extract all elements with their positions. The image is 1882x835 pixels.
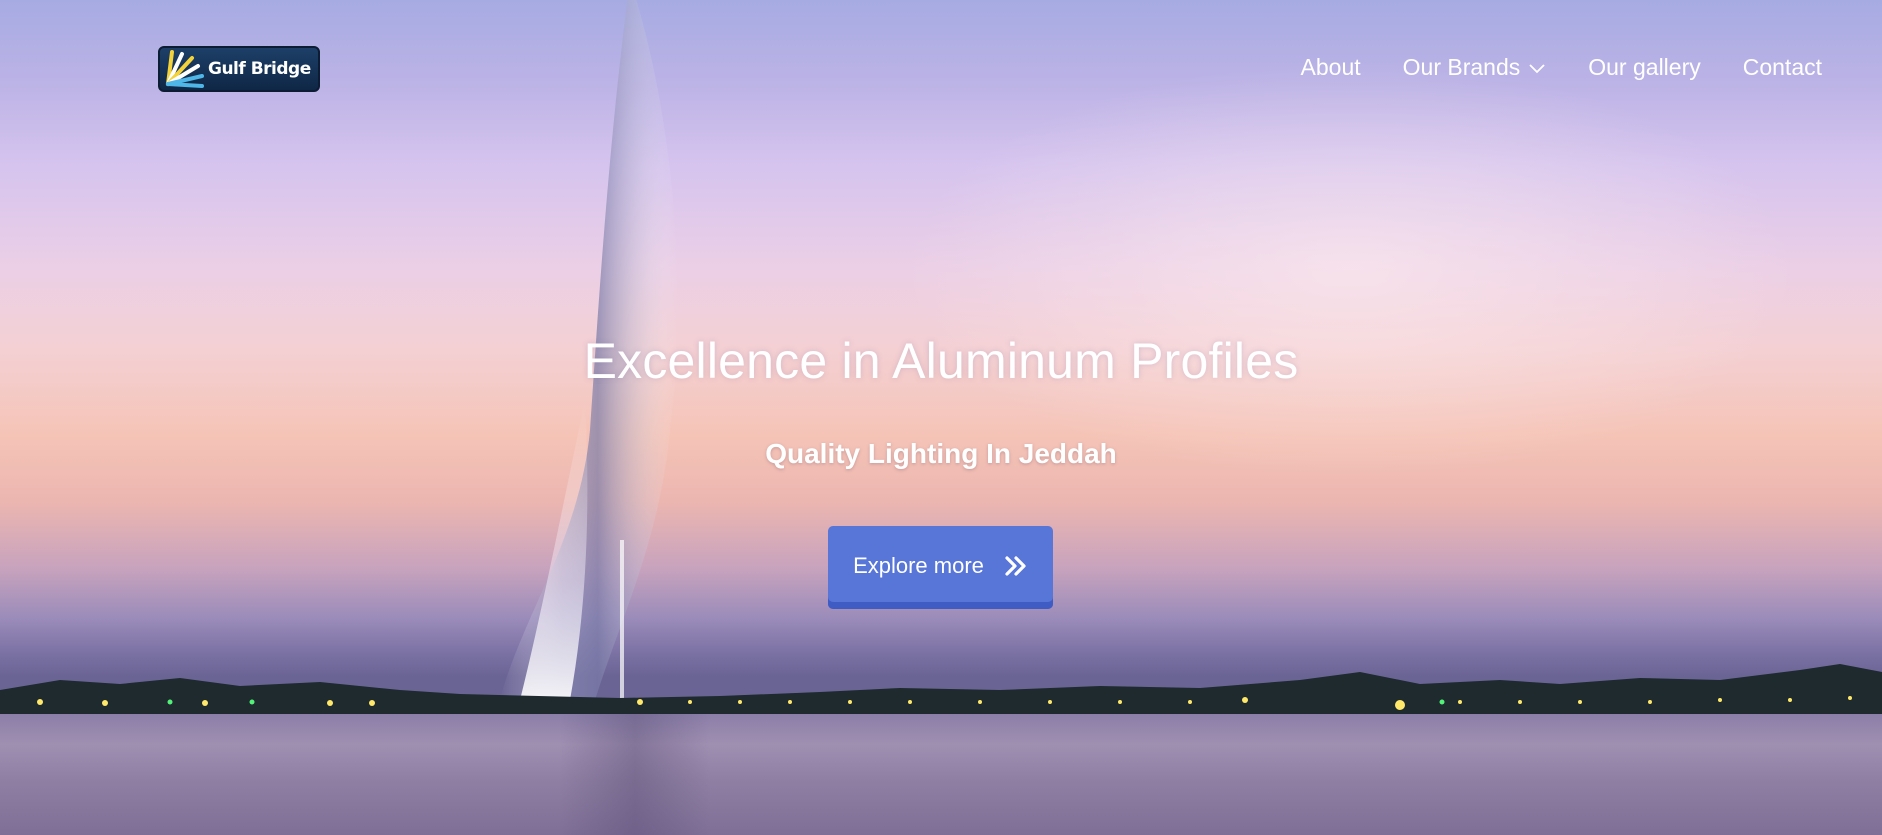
nav-item-contact[interactable]: Contact bbox=[1743, 54, 1822, 81]
city-skyline bbox=[0, 664, 1882, 717]
fountain-reflection bbox=[560, 714, 710, 835]
hero-title: Excellence in Aluminum Profiles bbox=[583, 333, 1299, 389]
explore-more-label: Explore more bbox=[853, 553, 984, 578]
hero-subtitle: Quality Lighting In Jeddah bbox=[765, 438, 1117, 469]
site-header: Gulf Bridge About Our Brands Our gallery… bbox=[0, 0, 1882, 140]
explore-more-button[interactable]: Explore more bbox=[828, 526, 1053, 609]
brand-name: Gulf Bridge bbox=[208, 59, 311, 79]
nav-item-our-gallery[interactable]: Our gallery bbox=[1588, 54, 1700, 81]
nav-item-about[interactable]: About bbox=[1301, 54, 1361, 81]
water bbox=[0, 714, 1882, 835]
brand-logo[interactable]: Gulf Bridge bbox=[158, 46, 320, 92]
nav-item-label: About bbox=[1300, 54, 1361, 80]
nav-item-label: Our Brands bbox=[1402, 54, 1521, 80]
sunburst-logo-icon bbox=[166, 50, 204, 88]
chevron-down-icon bbox=[1529, 63, 1545, 73]
main-nav: About Our Brands Our gallery Contact bbox=[1259, 54, 1822, 81]
nav-item-our-brands[interactable]: Our Brands bbox=[1403, 54, 1547, 81]
nav-item-label: Our gallery bbox=[1588, 54, 1701, 80]
double-chevron-right-icon bbox=[1005, 556, 1026, 576]
nav-item-label: Contact bbox=[1742, 54, 1822, 80]
